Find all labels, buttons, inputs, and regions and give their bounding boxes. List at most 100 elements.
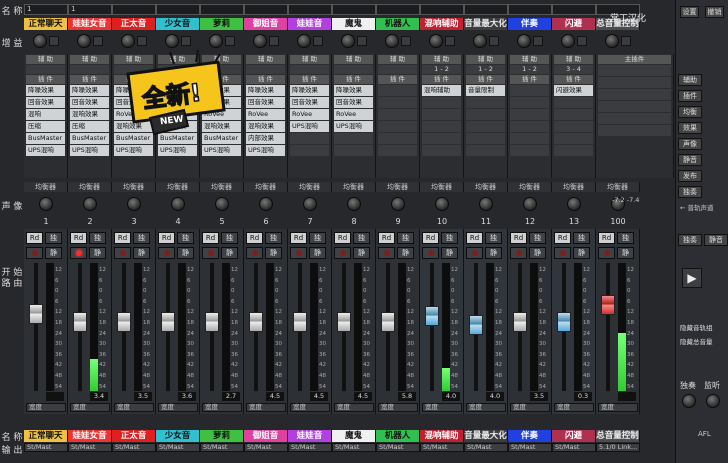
mute-button[interactable]: 静: [353, 247, 370, 259]
input-select[interactable]: [552, 4, 596, 15]
record-arm-button[interactable]: [334, 247, 351, 259]
solo-button[interactable]: 独: [221, 232, 238, 244]
input-select[interactable]: [156, 4, 200, 15]
insert-slot[interactable]: [378, 97, 417, 108]
right-mute-button[interactable]: 静音: [704, 234, 728, 246]
insert-slot[interactable]: [554, 133, 593, 144]
gain-knob[interactable]: [605, 34, 619, 48]
insert-slot[interactable]: 混响效果: [70, 109, 109, 120]
pan-knob[interactable]: [347, 197, 361, 211]
mute-button[interactable]: 静: [485, 247, 502, 259]
insert-slot[interactable]: 混响效果: [246, 121, 285, 132]
input-select[interactable]: [420, 4, 464, 15]
output-route[interactable]: 5.1/0 Link...: [596, 443, 640, 452]
input-select[interactable]: [288, 4, 332, 15]
insert-slot[interactable]: [290, 133, 329, 144]
insert-slot[interactable]: [422, 97, 461, 108]
insert-slot[interactable]: 压缩: [70, 121, 109, 132]
right-button[interactable]: 独奏: [678, 186, 702, 198]
phase-button[interactable]: [489, 36, 499, 46]
pan-knob[interactable]: [567, 197, 581, 211]
mute-button[interactable]: 静: [133, 247, 150, 259]
pan-knob[interactable]: [127, 197, 141, 211]
phase-button[interactable]: [225, 36, 235, 46]
settings-button[interactable]: 设置: [680, 6, 699, 18]
eq-button[interactable]: 均衡器: [464, 182, 508, 192]
record-arm-button[interactable]: [202, 247, 219, 259]
insert-slot[interactable]: [554, 109, 593, 120]
phase-button[interactable]: [445, 36, 455, 46]
pan-knob[interactable]: [479, 197, 493, 211]
mute-button[interactable]: 静: [573, 247, 590, 259]
eq-button[interactable]: 均衡器: [552, 182, 596, 192]
output-route[interactable]: St/Mast: [552, 443, 596, 452]
output-select[interactable]: 宽度: [422, 403, 462, 412]
aux-return[interactable]: [26, 65, 65, 74]
gain-knob[interactable]: [77, 34, 91, 48]
mute-button[interactable]: 静: [617, 247, 634, 259]
eq-button[interactable]: 均衡器: [200, 182, 244, 192]
gain-knob[interactable]: [33, 34, 47, 48]
solo-button[interactable]: 独: [529, 232, 546, 244]
insert-slot[interactable]: [510, 85, 549, 96]
eq-button[interactable]: 均衡器: [68, 182, 112, 192]
solo-button[interactable]: 独: [133, 232, 150, 244]
insert-slot[interactable]: 降噪效果: [334, 85, 373, 96]
record-arm-button[interactable]: [378, 247, 395, 259]
hide-labels-toggle[interactable]: 隐藏音轨组: [680, 322, 713, 332]
output-select[interactable]: 宽度: [554, 403, 594, 412]
input-select[interactable]: [464, 4, 508, 15]
output-select[interactable]: 宽度: [334, 403, 374, 412]
insert-slot[interactable]: BusMaster: [26, 133, 65, 144]
solo-button[interactable]: 独: [265, 232, 282, 244]
output-select[interactable]: 宽度: [290, 403, 330, 412]
insert-slot[interactable]: BusMaster: [70, 133, 109, 144]
insert-slot[interactable]: [510, 145, 549, 156]
gain-knob[interactable]: [121, 34, 135, 48]
read-button[interactable]: Rd: [378, 232, 395, 244]
phase-button[interactable]: [533, 36, 543, 46]
mute-button[interactable]: 静: [441, 247, 458, 259]
insert-slot[interactable]: 回音效果: [26, 97, 65, 108]
insert-slot[interactable]: RoVee: [334, 109, 373, 120]
hide-master-toggle[interactable]: 隐藏总音量: [680, 336, 713, 346]
gain-knob[interactable]: [253, 34, 267, 48]
solo-button[interactable]: 独: [89, 232, 106, 244]
output-select[interactable]: 宽度: [70, 403, 110, 412]
insert-slot[interactable]: [466, 109, 505, 120]
insert-slot[interactable]: 降噪效果: [290, 85, 329, 96]
output-route[interactable]: St/Mast: [508, 443, 552, 452]
main-insert-slot[interactable]: [598, 77, 671, 88]
pan-knob[interactable]: [435, 197, 449, 211]
insert-slot[interactable]: 混响: [26, 109, 65, 120]
gain-knob[interactable]: [165, 34, 179, 48]
solo-button[interactable]: 独: [573, 232, 590, 244]
record-arm-button[interactable]: [510, 247, 527, 259]
output-select[interactable]: 宽度: [158, 403, 198, 412]
fader-handle[interactable]: [205, 311, 219, 332]
fader-handle[interactable]: [161, 311, 175, 332]
phase-button[interactable]: [313, 36, 323, 46]
input-select[interactable]: [332, 4, 376, 15]
insert-slot[interactable]: [378, 133, 417, 144]
read-button[interactable]: Rd: [158, 232, 175, 244]
insert-slot[interactable]: [334, 133, 373, 144]
phase-button[interactable]: [401, 36, 411, 46]
insert-slot[interactable]: 音量限制: [466, 85, 505, 96]
record-arm-button[interactable]: [246, 247, 263, 259]
read-button[interactable]: Rd: [334, 232, 351, 244]
output-route[interactable]: St/Mast: [332, 443, 376, 452]
insert-slot[interactable]: UPS混响: [70, 145, 109, 156]
solo-button[interactable]: 独: [485, 232, 502, 244]
insert-slot[interactable]: [422, 109, 461, 120]
output-select[interactable]: 宽度: [202, 403, 242, 412]
input-select[interactable]: [112, 4, 156, 15]
insert-slot[interactable]: 降噪效果: [26, 85, 65, 96]
fader-handle[interactable]: [381, 311, 395, 332]
output-route[interactable]: St/Mast: [200, 443, 244, 452]
eq-button[interactable]: 均衡器: [332, 182, 376, 192]
insert-slot[interactable]: 降噪效果: [70, 85, 109, 96]
gain-knob[interactable]: [429, 34, 443, 48]
right-button[interactable]: 声像: [678, 138, 702, 150]
pan-knob[interactable]: [171, 197, 185, 211]
